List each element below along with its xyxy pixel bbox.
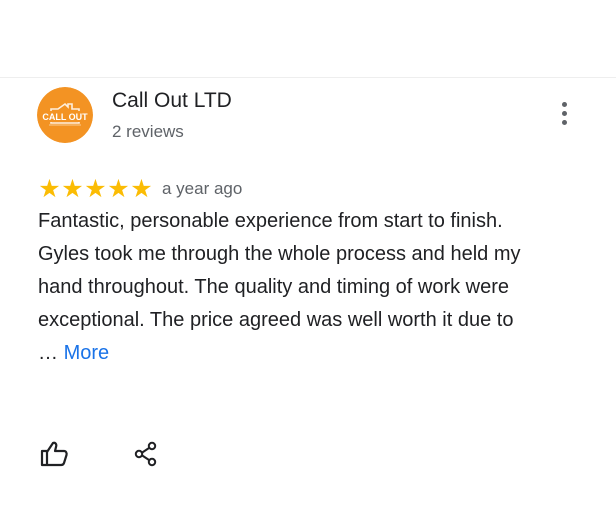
- reviewer-review-count: 2 reviews: [112, 122, 184, 141]
- menu-dot: [561, 101, 567, 107]
- star-rating: ★ ★ ★ ★ ★: [38, 176, 153, 202]
- more-link[interactable]: More: [64, 342, 110, 364]
- star-icon: ★: [130, 175, 153, 203]
- top-divider: [0, 77, 616, 78]
- review-text: Fantastic, personable experience from st…: [38, 205, 538, 370]
- share-icon: [134, 441, 157, 467]
- call-out-logo-icon: CALL OUT: [37, 87, 93, 143]
- like-button[interactable]: [38, 438, 70, 470]
- review-paragraph: Gyles took me through the whole process …: [38, 238, 538, 370]
- rating-row: ★ ★ ★ ★ ★ a year ago: [38, 176, 242, 202]
- star-icon: ★: [61, 175, 84, 203]
- more-vert-icon[interactable]: [552, 97, 576, 129]
- svg-text:CALL OUT: CALL OUT: [42, 112, 88, 122]
- thumbs-up-icon: [40, 441, 68, 467]
- reviewer-name[interactable]: Call Out LTD: [112, 88, 232, 114]
- review-paragraph: Fantastic, personable experience from st…: [38, 210, 503, 232]
- reviewer-avatar[interactable]: CALL OUT: [37, 87, 93, 143]
- menu-dot: [561, 119, 567, 125]
- review-paragraph-text: Gyles took me through the whole process …: [38, 243, 521, 364]
- star-icon: ★: [38, 175, 61, 203]
- star-icon: ★: [84, 175, 107, 203]
- share-button[interactable]: [130, 438, 162, 470]
- menu-dot: [561, 110, 567, 116]
- review-time: a year ago: [162, 179, 243, 198]
- star-icon: ★: [107, 175, 130, 203]
